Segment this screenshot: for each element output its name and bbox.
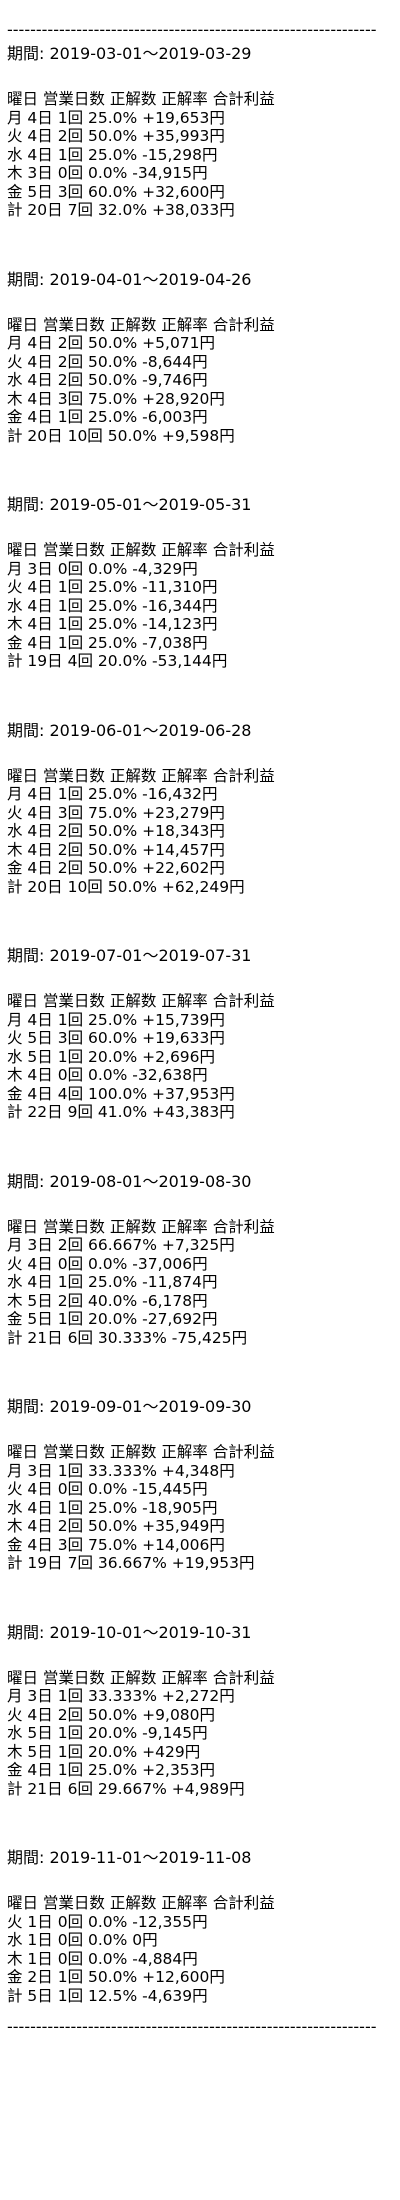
period-section: 期間: 2019-11-01～2019-11-08 曜日 営業日数 正解数 正解… <box>7 1846 400 2005</box>
period-section: 期間: 2019-09-01～2019-09-30 曜日 営業日数 正解数 正解… <box>7 1395 400 1573</box>
table-row: 木 5日 1回 20.0% +429円 <box>7 1742 201 1761</box>
bottom-divider: ----------------------------------------… <box>7 2017 377 2036</box>
table-row: 水 4日 1回 25.0% -18,905円 <box>7 1498 218 1517</box>
column-header: 曜日 営業日数 正解数 正解率 合計利益 <box>7 541 275 559</box>
table-row: 水 4日 1回 25.0% -15,298円 <box>7 145 218 164</box>
table-row: 金 5日 1回 20.0% -27,692円 <box>7 1310 218 1328</box>
table-row: 火 4日 3回 75.0% +23,279円 <box>7 803 225 822</box>
column-header: 曜日 営業日数 正解数 正解率 合計利益 <box>7 1443 275 1461</box>
table-row: 木 4日 2回 50.0% +35,949円 <box>7 1517 225 1535</box>
column-header: 曜日 営業日数 正解数 正解率 合計利益 <box>7 90 275 108</box>
table-row: 月 3日 1回 33.333% +2,272円 <box>7 1687 235 1705</box>
period-heading: 期間: 2019-03-01～2019-03-29 <box>7 44 252 63</box>
table-row: 火 5日 3回 60.0% +19,633円 <box>7 1029 225 1047</box>
table-row: 木 4日 2回 50.0% +14,457円 <box>7 840 225 859</box>
total-row: 計 20日 10回 50.0% +9,598円 <box>7 426 235 445</box>
column-header: 曜日 営業日数 正解数 正解率 合計利益 <box>7 766 275 785</box>
report-document: ----------------------------------------… <box>0 0 400 2039</box>
period-heading: 期間: 2019-10-01～2019-10-31 <box>7 1622 252 1642</box>
period-section: 期間: 2019-06-01～2019-06-28 曜日 営業日数 正解数 正解… <box>7 719 400 897</box>
table-row: 火 4日 1回 25.0% -11,310円 <box>7 578 218 596</box>
table-row: 木 4日 3回 75.0% +28,920円 <box>7 389 225 408</box>
column-header: 曜日 営業日数 正解数 正解率 合計利益 <box>7 315 275 334</box>
period-heading: 期間: 2019-08-01～2019-08-30 <box>7 1171 252 1191</box>
period-heading: 期間: 2019-07-01～2019-07-31 <box>7 946 252 965</box>
table-row: 木 4日 0回 0.0% -32,638円 <box>7 1066 208 1084</box>
table-row: 水 4日 2回 50.0% -9,746円 <box>7 371 208 389</box>
period-heading: 期間: 2019-05-01～2019-05-31 <box>7 495 252 514</box>
table-row: 金 4日 3回 75.0% +14,006円 <box>7 1535 225 1554</box>
table-row: 月 4日 2回 50.0% +5,071円 <box>7 334 216 352</box>
period-heading: 期間: 2019-11-01～2019-11-08 <box>7 1848 252 1867</box>
table-row: 火 4日 2回 50.0% +35,993円 <box>7 127 225 145</box>
total-row: 計 19日 4回 20.0% -53,144円 <box>7 652 228 670</box>
table-row: 月 4日 1回 25.0% +15,739円 <box>7 1010 225 1029</box>
table-row: 火 4日 2回 50.0% -8,644円 <box>7 352 208 371</box>
table-row: 水 4日 1回 25.0% -11,874円 <box>7 1273 218 1291</box>
top-divider: ----------------------------------------… <box>7 20 377 39</box>
table-row: 火 1日 0回 0.0% -12,355円 <box>7 1912 208 1931</box>
table-row: 月 3日 2回 66.667% +7,325円 <box>7 1236 235 1254</box>
table-row: 月 3日 1回 33.333% +4,348円 <box>7 1461 235 1480</box>
total-row: 計 20日 7回 32.0% +38,033円 <box>7 201 235 219</box>
period-section: 期間: 2019-03-01～2019-03-29 曜日 営業日数 正解数 正解… <box>7 42 400 220</box>
period-section: 期間: 2019-04-01～2019-04-26 曜日 営業日数 正解数 正解… <box>7 268 400 446</box>
column-header: 曜日 営業日数 正解数 正解率 合計利益 <box>7 1894 275 1912</box>
period-heading: 期間: 2019-09-01～2019-09-30 <box>7 1397 252 1416</box>
table-row: 水 4日 2回 50.0% +18,343円 <box>7 822 225 840</box>
table-row: 金 4日 1回 25.0% -7,038円 <box>7 633 208 652</box>
table-row: 金 4日 1回 25.0% -6,003円 <box>7 408 208 426</box>
total-row: 計 22日 9回 41.0% +43,383円 <box>7 1103 235 1121</box>
total-row: 計 21日 6回 30.333% -75,425円 <box>7 1328 248 1347</box>
period-heading: 期間: 2019-06-01～2019-06-28 <box>7 720 252 740</box>
table-row: 金 4日 1回 25.0% +2,353円 <box>7 1761 216 1779</box>
table-row: 金 5日 3回 60.0% +32,600円 <box>7 182 225 201</box>
table-row: 月 3日 0回 0.0% -4,329円 <box>7 559 198 578</box>
table-row: 金 4日 4回 100.0% +37,953円 <box>7 1084 235 1103</box>
table-row: 木 4日 1回 25.0% -14,123円 <box>7 615 218 633</box>
column-header: 曜日 営業日数 正解数 正解率 合計利益 <box>7 1217 275 1236</box>
table-row: 木 5日 2回 40.0% -6,178円 <box>7 1291 208 1310</box>
table-row: 水 5日 1回 20.0% -9,145円 <box>7 1724 208 1742</box>
total-row: 計 19日 7回 36.667% +19,953円 <box>7 1554 255 1572</box>
total-row: 計 20日 10回 50.0% +62,249円 <box>7 877 245 896</box>
table-row: 火 4日 0回 0.0% -37,006円 <box>7 1254 208 1273</box>
period-section: 期間: 2019-10-01～2019-10-31 曜日 営業日数 正解数 正解… <box>7 1621 400 1799</box>
table-row: 水 1日 0回 0.0% 0円 <box>7 1931 158 1949</box>
table-row: 月 4日 1回 25.0% +19,653円 <box>7 108 225 127</box>
table-row: 金 4日 2回 50.0% +22,602円 <box>7 859 225 877</box>
table-row: 金 2日 1回 50.0% +12,600円 <box>7 1968 225 1986</box>
period-section: 期間: 2019-05-01～2019-05-31 曜日 営業日数 正解数 正解… <box>7 493 400 671</box>
table-row: 木 1日 0回 0.0% -4,884円 <box>7 1949 198 1968</box>
total-row: 計 21日 6回 29.667% +4,989円 <box>7 1779 245 1798</box>
total-row: 計 5日 1回 12.5% -4,639円 <box>7 1986 208 2005</box>
table-row: 水 4日 1回 25.0% -16,344円 <box>7 596 218 615</box>
table-row: 木 3日 0回 0.0% -34,915円 <box>7 164 208 182</box>
table-row: 火 4日 2回 50.0% +9,080円 <box>7 1705 216 1724</box>
column-header: 曜日 営業日数 正解数 正解率 合計利益 <box>7 992 275 1010</box>
period-section: 期間: 2019-08-01～2019-08-30 曜日 営業日数 正解数 正解… <box>7 1170 400 1348</box>
table-row: 火 4日 0回 0.0% -15,445円 <box>7 1480 208 1498</box>
column-header: 曜日 営業日数 正解数 正解率 合計利益 <box>7 1668 275 1687</box>
period-section: 期間: 2019-07-01～2019-07-31 曜日 営業日数 正解数 正解… <box>7 944 400 1122</box>
period-heading: 期間: 2019-04-01～2019-04-26 <box>7 269 252 289</box>
table-row: 月 4日 1回 25.0% -16,432円 <box>7 785 218 803</box>
table-row: 水 5日 1回 20.0% +2,696円 <box>7 1047 216 1066</box>
